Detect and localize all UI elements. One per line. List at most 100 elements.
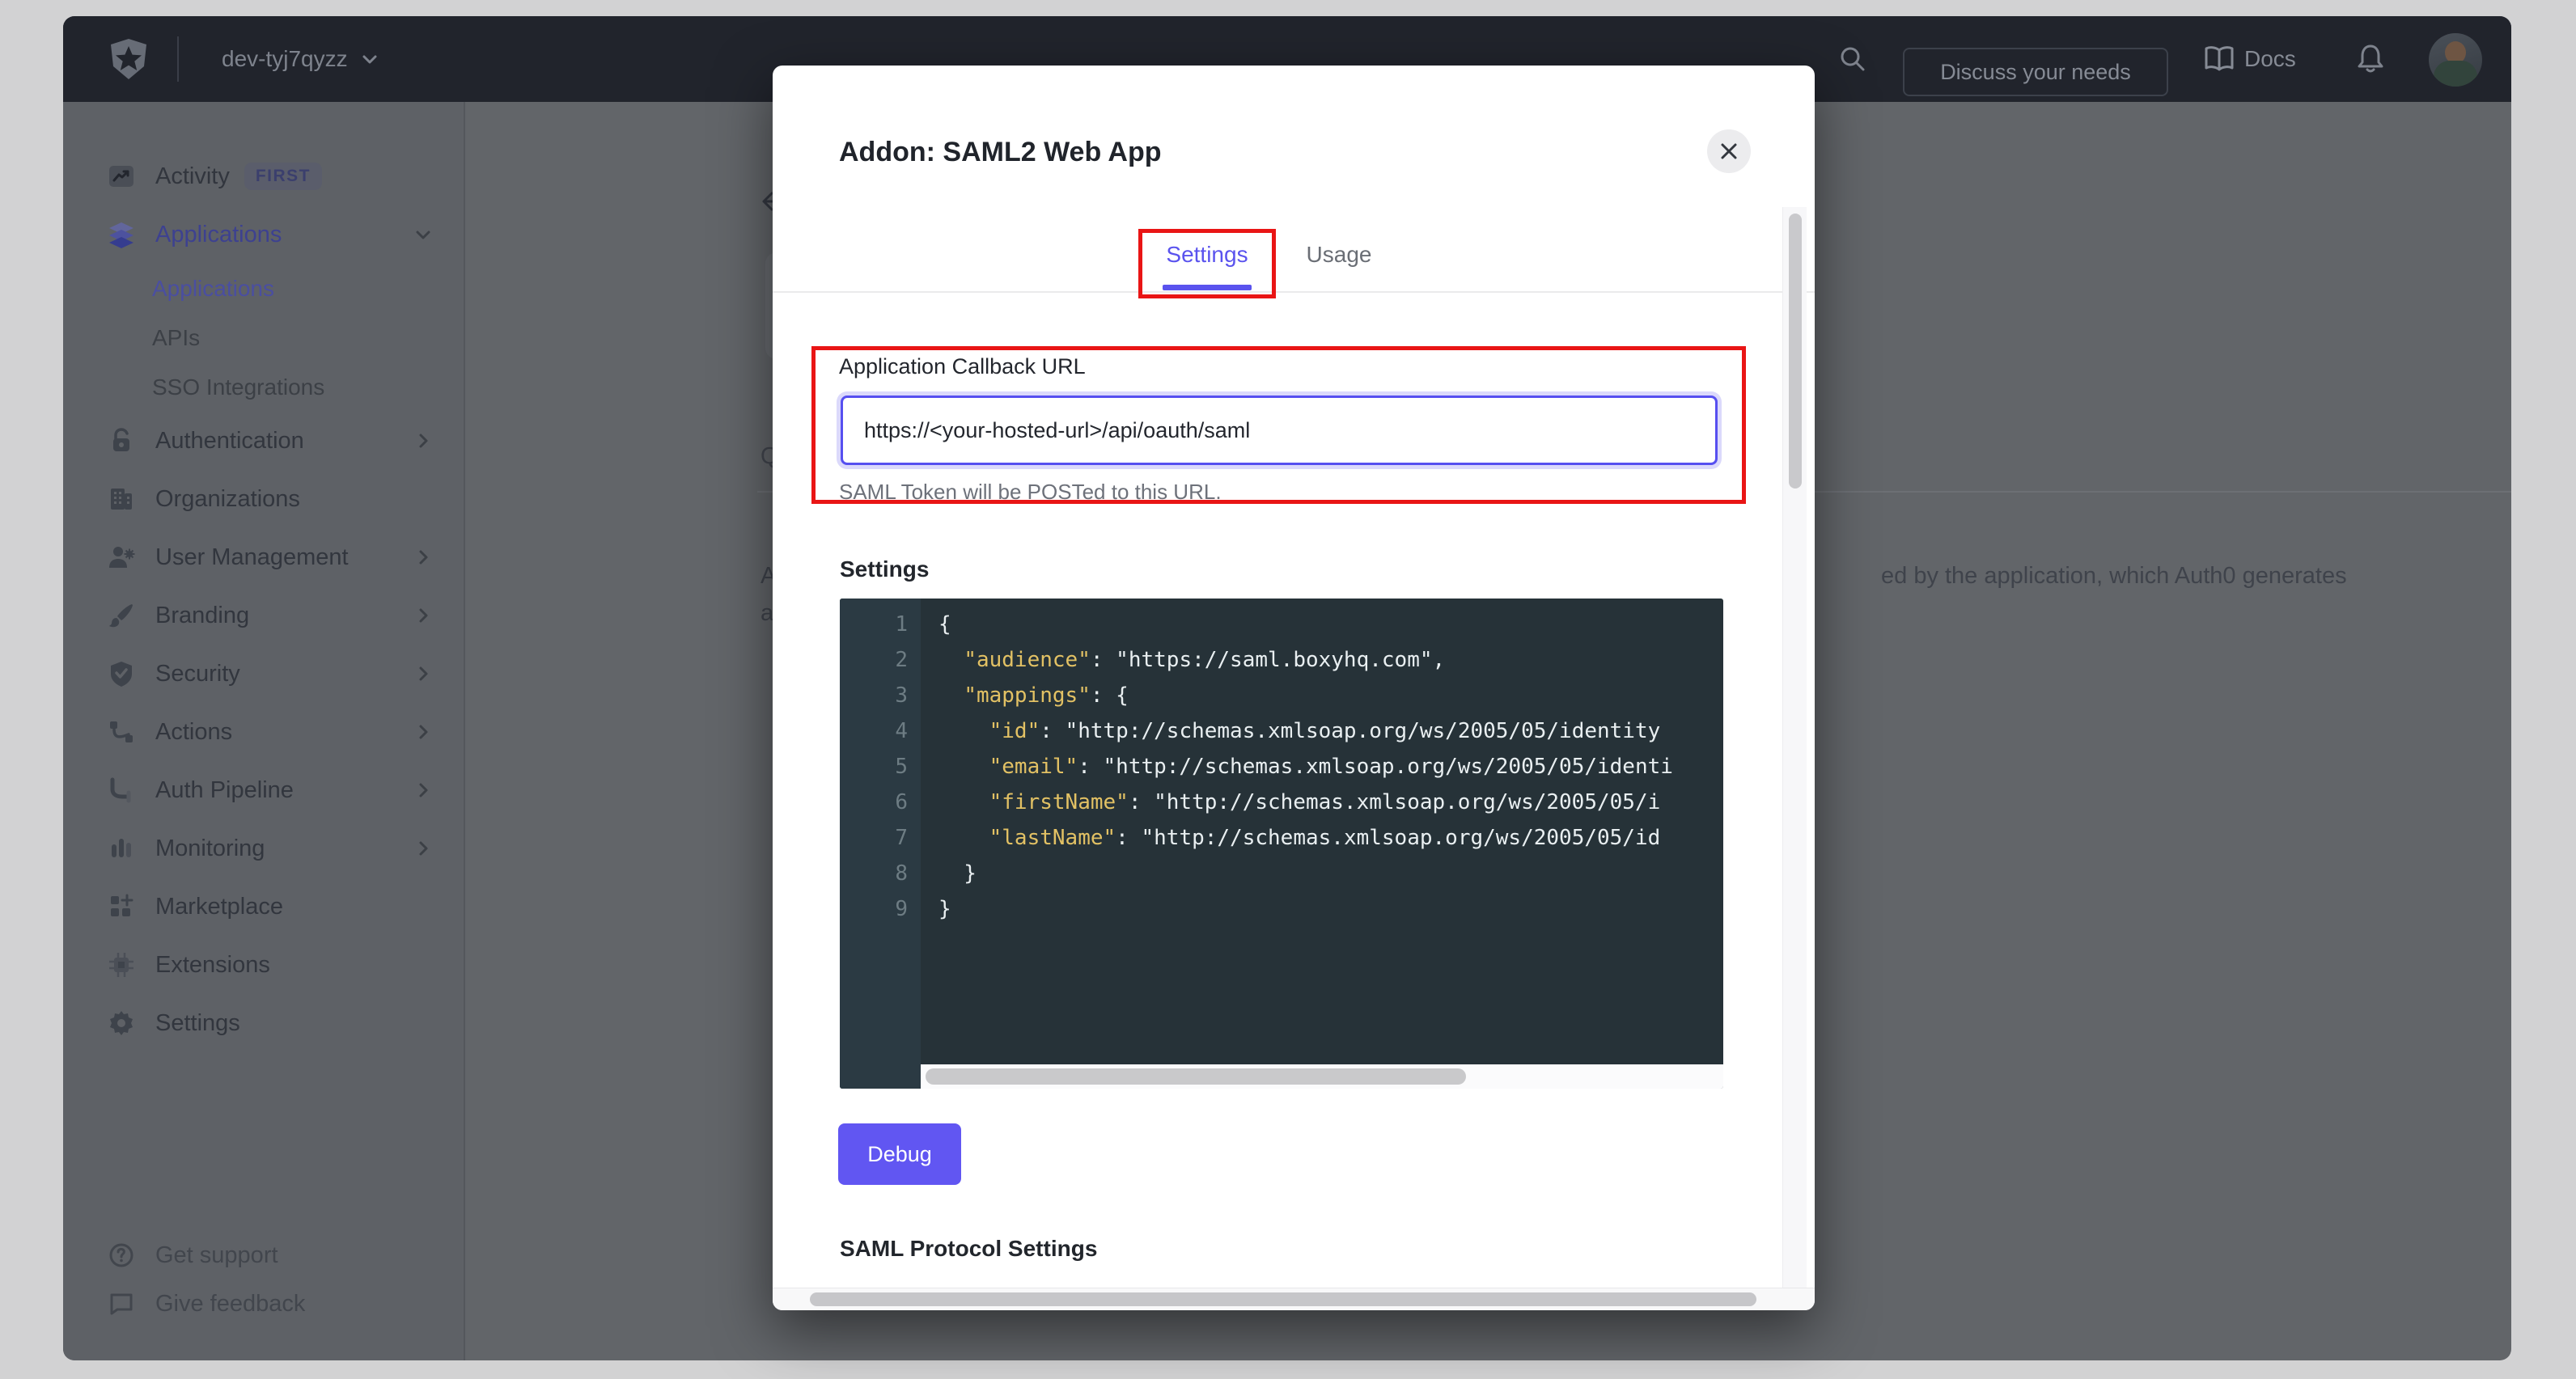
sidebar-item-user-management[interactable]: User Management [63,528,464,586]
notifications-bell-icon[interactable] [2353,41,2388,77]
code-line: "lastName": "http://schemas.xmlsoap.org/… [938,820,1723,856]
close-icon[interactable] [1707,129,1751,173]
modal-title: Addon: SAML2 Web App [839,137,1162,168]
sidebar-navigation: ActivityFIRSTApplicationsApplicationsAPI… [63,102,465,1360]
sidebar-item-organizations[interactable]: Organizations [63,470,464,528]
sidebar-item-label: Branding [155,603,249,629]
sidebar-item-extensions[interactable]: Extensions [63,936,464,994]
tenant-name: dev-tyj7qyzz [222,46,348,72]
chevron-right-icon [412,546,434,569]
sidebar-footer-get-support[interactable]: Get support [63,1231,464,1280]
line-number: 5 [840,749,921,785]
discuss-label: Discuss your needs [1940,60,2131,85]
modal-vertical-scrollbar-thumb[interactable] [1789,214,1802,489]
chip-icon [108,951,135,979]
code-line: "audience": "https://saml.boxyhq.com", [938,642,1723,678]
sidebar-item-label: Extensions [155,952,270,979]
marketplace-grid-icon [108,893,135,920]
sidebar-item-monitoring[interactable]: Monitoring [63,819,464,878]
sidebar-item-label: Settings [155,1010,240,1037]
callback-url-label: Application Callback URL [839,354,1086,379]
sidebar-subitem-apis[interactable]: APIs [63,313,464,362]
code-line: } [938,891,1723,927]
editor-line-numbers: 123456789 [840,599,921,1089]
auth0-logo-icon[interactable] [107,37,150,81]
chevron-down-icon [359,49,380,70]
tab-usage[interactable]: Usage [1303,242,1375,274]
sidebar-items: ActivityFIRSTApplicationsApplicationsAPI… [63,147,464,1052]
sidebar-item-label: Auth Pipeline [155,777,294,804]
chevron-right-icon [412,837,434,860]
tenant-switcher[interactable]: dev-tyj7qyzz [222,16,380,102]
sidebar-item-label: Security [155,661,240,687]
line-number: 9 [840,891,921,927]
sidebar-item-auth-pipeline[interactable]: Auth Pipeline [63,761,464,819]
code-line: "mappings": { [938,678,1723,713]
debug-button[interactable]: Debug [838,1123,961,1185]
sidebar-footer-label: Get support [155,1242,278,1269]
topbar-divider [177,36,179,82]
addons-text-right-fragment: ed by the application, which Auth0 gener… [1881,563,2347,590]
chevron-right-icon [412,604,434,627]
sidebar-subitem-sso-integrations[interactable]: SSO Integrations [63,362,464,412]
sidebar-item-label: Organizations [155,486,300,513]
activity-chart-icon [108,163,135,190]
sidebar-footer-label: Give feedback [155,1291,305,1318]
line-number: 3 [840,678,921,713]
sidebar-item-settings[interactable]: Settings [63,994,464,1052]
sidebar-item-authentication[interactable]: Authentication [63,412,464,470]
line-number: 8 [840,856,921,891]
user-avatar[interactable] [2429,33,2482,87]
tabs-divider [773,291,1815,293]
chevron-right-icon [412,779,434,802]
tab-usage-label: Usage [1307,242,1372,274]
book-icon [2204,45,2235,73]
sidebar-item-label: Authentication [155,428,304,455]
discuss-your-needs-button[interactable]: Discuss your needs [1903,48,2168,96]
building-icon [108,485,135,513]
sidebar-item-label: Actions [155,719,232,746]
bar-chart-icon [108,835,135,862]
chevron-right-icon [412,429,434,452]
shield-check-icon [108,660,135,687]
speech-bubble-icon [108,1290,135,1318]
code-line: "email": "http://schemas.xmlsoap.org/ws/… [938,749,1723,785]
code-line: } [938,856,1723,891]
modal-horizontal-scrollbar [773,1288,1815,1310]
modal-horizontal-scrollbar-thumb[interactable] [810,1292,1756,1306]
code-line: "firstName": "http://schemas.xmlsoap.org… [938,785,1723,820]
sidebar-item-marketplace[interactable]: Marketplace [63,878,464,936]
editor-horizontal-scrollbar [921,1064,1723,1089]
editor-horizontal-scrollbar-thumb[interactable] [926,1068,1466,1085]
settings-section-label: Settings [840,556,929,582]
sidebar-footer-give-feedback[interactable]: Give feedback [63,1280,464,1328]
help-circle-icon [108,1242,135,1269]
sidebar-item-applications[interactable]: Applications [63,205,464,264]
docs-link[interactable]: Docs [2204,16,2296,102]
sidebar-item-actions[interactable]: Actions [63,703,464,761]
docs-label: Docs [2244,46,2296,72]
sidebar-subitem-applications[interactable]: Applications [63,264,464,313]
settings-json-editor[interactable]: 123456789 { "audience": "https://saml.bo… [840,599,1723,1089]
line-number: 4 [840,713,921,749]
line-number: 1 [840,607,921,642]
tab-settings-label: Settings [1166,242,1248,274]
tab-settings[interactable]: Settings [1163,242,1252,274]
addon-saml2-modal: Addon: SAML2 Web App Settings Usage Appl… [773,66,1815,1310]
sidebar-footer: Get support Give feedback [63,1231,464,1328]
sidebar-item-activity[interactable]: ActivityFIRST [63,147,464,205]
code-line: { [938,607,1723,642]
sidebar-subitem-label: SSO Integrations [152,374,324,400]
sidebar-item-security[interactable]: Security [63,645,464,703]
callback-url-input[interactable] [841,396,1718,465]
sidebar-item-branding[interactable]: Branding [63,586,464,645]
sidebar-item-label: Applications [155,222,282,248]
user-gear-icon [108,544,135,571]
sidebar-item-label: Activity [155,163,230,190]
avatar-body [2434,61,2477,87]
paintbrush-icon [108,602,135,629]
flow-icon [108,718,135,746]
code-line: "id": "http://schemas.xmlsoap.org/ws/200… [938,713,1723,749]
search-icon[interactable] [1837,43,1869,75]
chevron-down-icon [412,223,434,246]
